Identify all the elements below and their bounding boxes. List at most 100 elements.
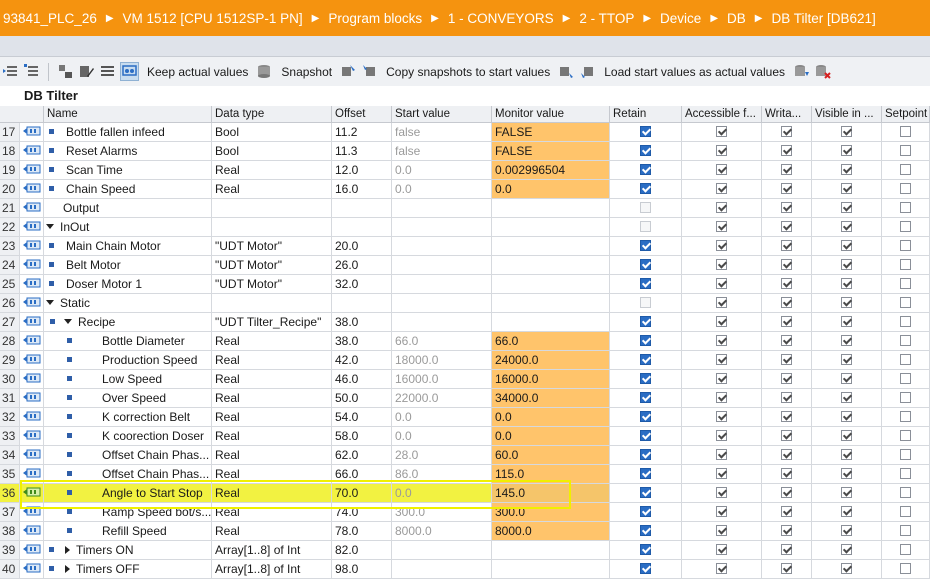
table-row[interactable]: 40 Timers OFF Array[1..8] of Int 98.0: [0, 560, 930, 579]
table-row[interactable]: 36 Angle to Start Stop Real 70.0 0.0 145.0: [0, 484, 930, 503]
monitor-value-cell[interactable]: 0.0: [492, 180, 610, 199]
name-cell[interactable]: Scan Time: [44, 161, 212, 180]
monitor-value-cell[interactable]: 16000.0: [492, 370, 610, 389]
setpoint-checkbox[interactable]: [900, 544, 911, 556]
table-row[interactable]: 17 Bottle fallen infeed Bool 11.2 false FALSE: [0, 123, 930, 142]
accessible-checkbox[interactable]: [716, 563, 727, 575]
setpoint-checkbox[interactable]: [900, 164, 911, 176]
data-type-cell[interactable]: Array[1..8] of Int: [212, 560, 332, 579]
data-type-cell[interactable]: Bool: [212, 142, 332, 161]
breadcrumb-item[interactable]: VM 1512 [CPU 1512SP-1 PN]: [120, 11, 306, 26]
writable-checkbox[interactable]: [781, 544, 792, 556]
writable-checkbox[interactable]: [781, 240, 792, 252]
start-value-cell[interactable]: 8000.0: [392, 522, 492, 541]
name-cell[interactable]: Belt Motor: [44, 256, 212, 275]
data-type-cell[interactable]: "UDT Motor": [212, 237, 332, 256]
retain-checkbox[interactable]: [640, 335, 651, 347]
breadcrumb-item[interactable]: 1 - CONVEYORS: [445, 11, 557, 26]
col-header-monitor-value[interactable]: Monitor value: [492, 106, 610, 123]
visible-checkbox[interactable]: [841, 240, 852, 252]
retain-checkbox[interactable]: [640, 164, 651, 176]
setpoint-checkbox[interactable]: [900, 259, 911, 271]
monitor-value-cell[interactable]: [492, 294, 610, 313]
setpoint-checkbox[interactable]: [900, 278, 911, 290]
accessible-checkbox[interactable]: [716, 126, 727, 138]
monitor-value-cell[interactable]: [492, 199, 610, 218]
table-row[interactable]: 25 Doser Motor 1 "UDT Motor" 32.0: [0, 275, 930, 294]
retain-checkbox[interactable]: [640, 316, 651, 328]
writable-checkbox[interactable]: [781, 525, 792, 537]
start-value-cell[interactable]: false: [392, 142, 492, 161]
visible-checkbox[interactable]: [841, 297, 852, 309]
col-header-start-value[interactable]: Start value: [392, 106, 492, 123]
setpoint-checkbox[interactable]: [900, 392, 911, 404]
table-row[interactable]: 35 Offset Chain Phas... Real 66.0 86.0 115.0: [0, 465, 930, 484]
writable-checkbox[interactable]: [781, 468, 792, 480]
data-type-cell[interactable]: [212, 218, 332, 237]
expand-arrow-icon[interactable]: [65, 564, 70, 573]
table-row[interactable]: 22 InOut: [0, 218, 930, 237]
retain-checkbox[interactable]: [640, 297, 651, 309]
writable-checkbox[interactable]: [781, 449, 792, 461]
visible-checkbox[interactable]: [841, 335, 852, 347]
monitor-value-cell[interactable]: 145.0: [492, 484, 610, 503]
setpoint-checkbox[interactable]: [900, 449, 911, 461]
data-type-cell[interactable]: Real: [212, 180, 332, 199]
writable-checkbox[interactable]: [781, 354, 792, 366]
monitor-value-cell[interactable]: [492, 237, 610, 256]
data-type-cell[interactable]: Real: [212, 503, 332, 522]
retain-checkbox[interactable]: [640, 506, 651, 518]
start-value-cell[interactable]: 22000.0: [392, 389, 492, 408]
start-value-cell[interactable]: 300.0: [392, 503, 492, 522]
start-value-cell[interactable]: 86.0: [392, 465, 492, 484]
name-cell[interactable]: Over Speed: [44, 389, 212, 408]
col-header-retain[interactable]: Retain: [610, 106, 682, 123]
table-row[interactable]: 27 Recipe "UDT Tilter_Recipe" 38.0: [0, 313, 930, 332]
retain-checkbox[interactable]: [640, 259, 651, 271]
add-row-icon[interactable]: [23, 63, 40, 80]
monitor-glasses-icon[interactable]: [120, 62, 139, 81]
visible-checkbox[interactable]: [841, 430, 852, 442]
snapshot-button[interactable]: Snapshot: [275, 65, 338, 79]
table-row[interactable]: 20 Chain Speed Real 16.0 0.0 0.0: [0, 180, 930, 199]
data-type-cell[interactable]: Real: [212, 522, 332, 541]
col-header-visible[interactable]: Visible in ...: [812, 106, 882, 123]
table-row[interactable]: 24 Belt Motor "UDT Motor" 26.0: [0, 256, 930, 275]
setpoint-checkbox[interactable]: [900, 145, 911, 157]
col-header-writable[interactable]: Writa...: [762, 106, 812, 123]
visible-checkbox[interactable]: [841, 373, 852, 385]
breadcrumb-item[interactable]: 2 - TTOP: [576, 11, 637, 26]
copy-snapshot-alt-icon[interactable]: [361, 63, 378, 80]
monitor-value-cell[interactable]: [492, 560, 610, 579]
table-row[interactable]: 32 K correction Belt Real 54.0 0.0 0.0: [0, 408, 930, 427]
setpoint-checkbox[interactable]: [900, 202, 911, 214]
monitor-value-cell[interactable]: [492, 275, 610, 294]
retain-checkbox[interactable]: [640, 544, 651, 556]
edit-icon[interactable]: [78, 63, 95, 80]
monitor-value-cell[interactable]: 34000.0: [492, 389, 610, 408]
retain-checkbox[interactable]: [640, 392, 651, 404]
writable-checkbox[interactable]: [781, 183, 792, 195]
visible-checkbox[interactable]: [841, 126, 852, 138]
monitor-value-cell[interactable]: 60.0: [492, 446, 610, 465]
start-value-cell[interactable]: [392, 275, 492, 294]
visible-checkbox[interactable]: [841, 202, 852, 214]
start-value-cell[interactable]: 0.0: [392, 180, 492, 199]
data-type-cell[interactable]: "UDT Tilter_Recipe": [212, 313, 332, 332]
load-start-icon[interactable]: [558, 63, 575, 80]
retain-checkbox[interactable]: [640, 468, 651, 480]
table-row[interactable]: 34 Offset Chain Phas... Real 62.0 28.0 60.0: [0, 446, 930, 465]
visible-checkbox[interactable]: [841, 145, 852, 157]
start-value-cell[interactable]: [392, 541, 492, 560]
monitor-value-cell[interactable]: 115.0: [492, 465, 610, 484]
table-row[interactable]: 30 Low Speed Real 46.0 16000.0 16000.0: [0, 370, 930, 389]
breadcrumb-item[interactable]: Program blocks: [325, 11, 425, 26]
collapse-arrow-icon[interactable]: [46, 300, 54, 306]
breadcrumb-item[interactable]: DB Tilter [DB621]: [768, 11, 878, 26]
accessible-checkbox[interactable]: [716, 506, 727, 518]
accessible-checkbox[interactable]: [716, 297, 727, 309]
accessible-checkbox[interactable]: [716, 449, 727, 461]
table-row[interactable]: 19 Scan Time Real 12.0 0.0 0.002996504: [0, 161, 930, 180]
monitor-value-cell[interactable]: [492, 313, 610, 332]
writable-checkbox[interactable]: [781, 373, 792, 385]
